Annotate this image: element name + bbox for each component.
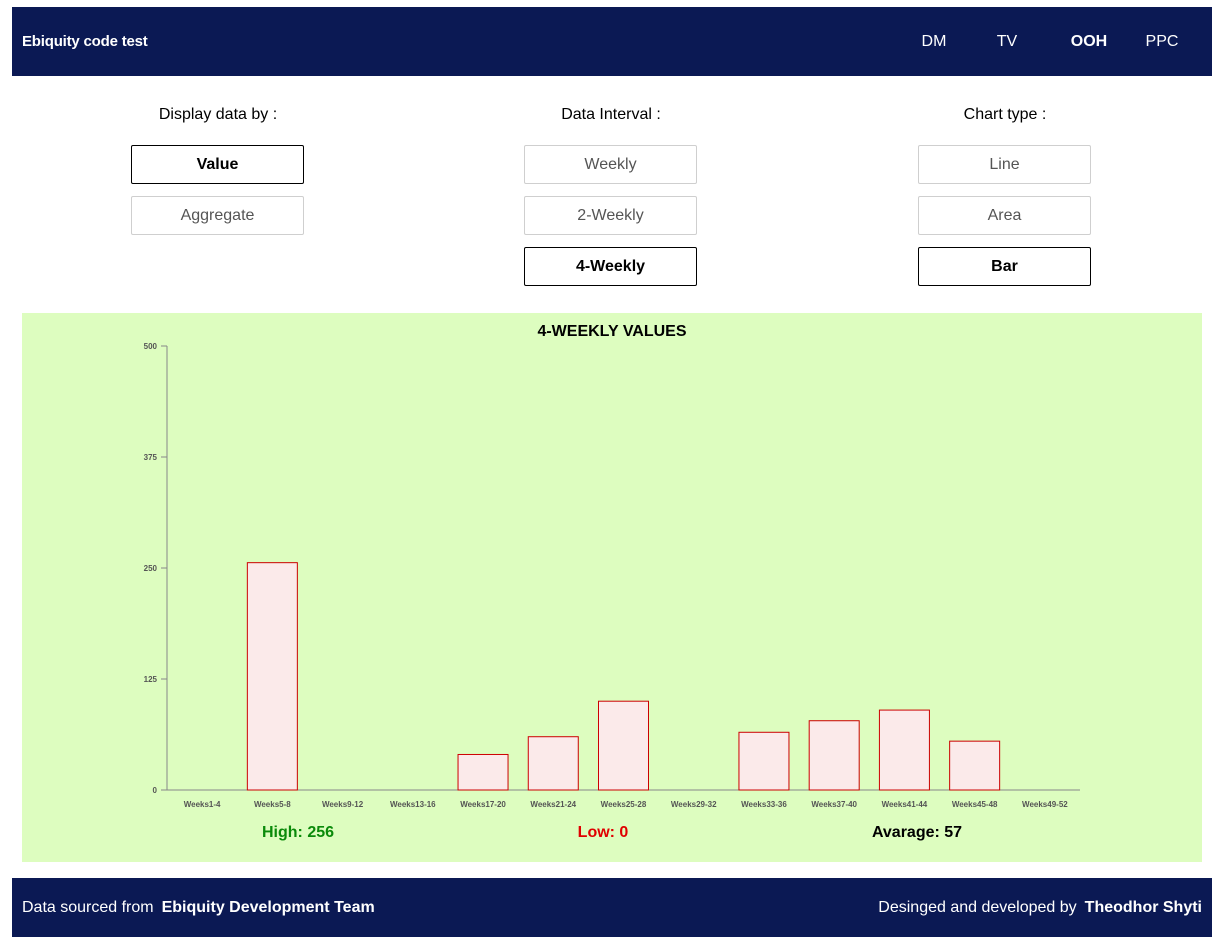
nav-item-dm[interactable]: DM	[922, 7, 947, 76]
media-nav: DM TV OOH PPC	[12, 7, 1212, 76]
x-tick-label: Weeks25-28	[601, 800, 647, 809]
data-interval-label: Data Interval :	[561, 106, 661, 123]
average-stat: Avarage: 57	[871, 824, 963, 841]
bar	[949, 740, 1001, 791]
credit-prefix: Desinged and developed by	[878, 899, 1077, 916]
top-navbar: Ebiquity code test DM TV OOH PPC	[12, 7, 1212, 76]
area-chart-button[interactable]: Area	[918, 196, 1091, 235]
chart-type-label: Chart type :	[963, 106, 1047, 123]
low-stat: Low: 0	[577, 824, 629, 841]
bar	[457, 753, 509, 791]
bar-chart: 0 125 250 375 500 Weeks1-4 Weeks5-8 Weeks9-12 We…	[144, 342, 1080, 809]
bar-chart-button[interactable]: Bar	[918, 247, 1091, 286]
nav-item-ooh[interactable]: OOH	[1071, 7, 1107, 76]
x-tick-label: Weeks13-16	[390, 800, 436, 809]
y-tick-label: 375	[144, 453, 158, 462]
footer: Data sourced from Ebiquity Development Te…	[12, 878, 1212, 937]
credit-name: Theodhor Shyti	[1084, 899, 1202, 916]
x-tick-label: Weeks33-36	[741, 800, 787, 809]
x-tick-label: Weeks17-20	[460, 800, 506, 809]
nav-item-tv[interactable]: TV	[997, 7, 1017, 76]
two-weekly-button[interactable]: 2-Weekly	[524, 196, 697, 235]
source-prefix: Data sourced from	[22, 899, 154, 916]
x-tick-label: Weeks41-44	[882, 800, 928, 809]
bar	[878, 709, 930, 791]
nav-item-ppc[interactable]: PPC	[1146, 7, 1179, 76]
weekly-button[interactable]: Weekly	[524, 145, 697, 184]
x-tick-label: Weeks1-4	[184, 800, 221, 809]
footer-source: Data sourced from Ebiquity Development Te…	[22, 878, 375, 937]
bar	[527, 736, 579, 791]
line-chart-button[interactable]: Line	[918, 145, 1091, 184]
x-tick-label: Weeks5-8	[254, 800, 291, 809]
high-stat: High: 256	[261, 824, 335, 841]
y-tick-label: 250	[144, 564, 158, 573]
x-tick-label: Weeks9-12	[322, 800, 364, 809]
x-tick-label: Weeks37-40	[811, 800, 857, 809]
x-tick-label: Weeks21-24	[530, 800, 576, 809]
bar	[598, 700, 649, 791]
bar	[246, 562, 298, 791]
display-by-label: Display data by :	[158, 106, 278, 123]
x-tick-label: Weeks49-52	[1022, 800, 1068, 809]
y-tick-label: 0	[153, 786, 158, 795]
value-button[interactable]: Value	[131, 145, 304, 184]
four-weekly-button[interactable]: 4-Weekly	[524, 247, 697, 286]
x-tick-label: Weeks45-48	[952, 800, 998, 809]
aggregate-button[interactable]: Aggregate	[131, 196, 304, 235]
y-tick-label: 125	[144, 675, 158, 684]
y-tick-label: 500	[144, 342, 158, 351]
x-tick-label: Weeks29-32	[671, 800, 717, 809]
chart-panel: 4-WEEKLY VALUES 0 125 250 375 500 Weeks1-4 Wee…	[22, 313, 1202, 862]
bar	[738, 731, 790, 791]
bar	[808, 720, 860, 791]
footer-credit: Desinged and developed by Theodhor Shyti	[878, 878, 1202, 937]
source-name: Ebiquity Development Team	[161, 899, 375, 916]
